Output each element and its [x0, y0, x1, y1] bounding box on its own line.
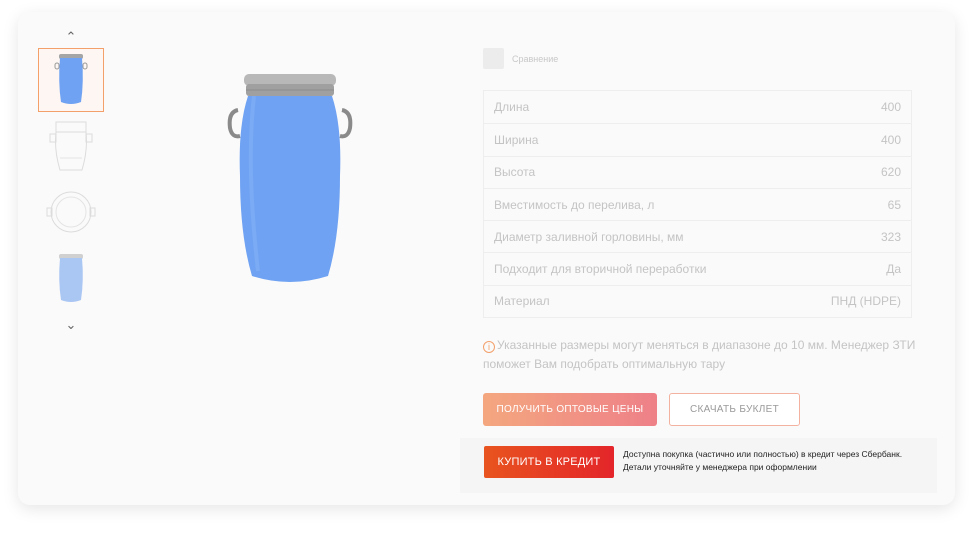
spec-label: Подходит для вторичной переработки: [494, 262, 707, 277]
spec-row-length: Длина 400: [484, 91, 911, 123]
spec-value: Да: [886, 262, 901, 277]
barrel-light-thumb-image: [59, 254, 83, 302]
drawing-top-thumb-image: [46, 191, 96, 233]
chevron-down-icon[interactable]: ⌄: [38, 316, 104, 334]
spec-value: 400: [880, 132, 901, 147]
thumbnail-light[interactable]: [38, 246, 104, 310]
info-icon: i: [483, 341, 495, 353]
thumbnail-gallery: ⌃ ⌄: [38, 28, 104, 334]
size-disclaimer: i Указанные размеры могут меняться в диап…: [483, 336, 918, 374]
spec-value: 400: [880, 100, 901, 115]
spec-row-material: Материал ПНД (HDPE): [484, 284, 911, 317]
wholesale-prices-button[interactable]: ПОЛУЧИТЬ ОПТОВЫЕ ЦЕНЫ: [483, 393, 657, 426]
spec-label: Длина: [494, 100, 530, 115]
buy-on-credit-button[interactable]: КУПИТЬ В КРЕДИТ: [484, 446, 614, 478]
spec-value: ПНД (HDPE): [830, 294, 901, 309]
spec-row-height: Высота 620: [484, 155, 911, 188]
credit-info-text: Доступна покупка (частично или полностью…: [623, 449, 903, 472]
compare-checkbox[interactable]: [483, 48, 504, 69]
spec-row-capacity: Вместимость до перелива, л 65: [484, 187, 911, 220]
spec-row-neck-diameter: Диаметр заливной горловины, мм 323: [484, 220, 911, 252]
spec-value: 65: [887, 197, 901, 212]
spec-value: 323: [880, 229, 901, 244]
spec-value: 620: [880, 165, 901, 180]
thumbnail-drawing-top[interactable]: [38, 180, 104, 244]
spec-label: Вместимость до перелива, л: [494, 197, 655, 212]
thumbnail-drawing-side[interactable]: [38, 114, 104, 178]
spec-label: Диаметр заливной горловины, мм: [494, 229, 684, 244]
specs-table: Длина 400 Ширина 400 Высота 620 Вместимо…: [483, 90, 912, 319]
spec-row-recyclable: Подходит для вторичной переработки Да: [484, 252, 911, 284]
download-booklet-button[interactable]: СКАЧАТЬ БУКЛЕТ: [669, 393, 800, 426]
spec-row-width: Ширина 400: [484, 123, 911, 155]
chevron-up-icon[interactable]: ⌃: [38, 28, 104, 46]
barrel-thumb-image: [54, 54, 88, 104]
thumbnail-front[interactable]: [38, 48, 104, 112]
spec-label: Высота: [494, 165, 536, 180]
drawing-side-thumb-image: [49, 121, 93, 171]
spec-label: Ширина: [494, 132, 539, 147]
spec-label: Материал: [494, 294, 550, 309]
product-main-image: [227, 74, 353, 282]
compare-label: Сравнение: [512, 53, 559, 64]
size-disclaimer-text: Указанные размеры могут меняться в диапа…: [483, 338, 916, 371]
compare-toggle[interactable]: Сравнение: [483, 48, 558, 69]
